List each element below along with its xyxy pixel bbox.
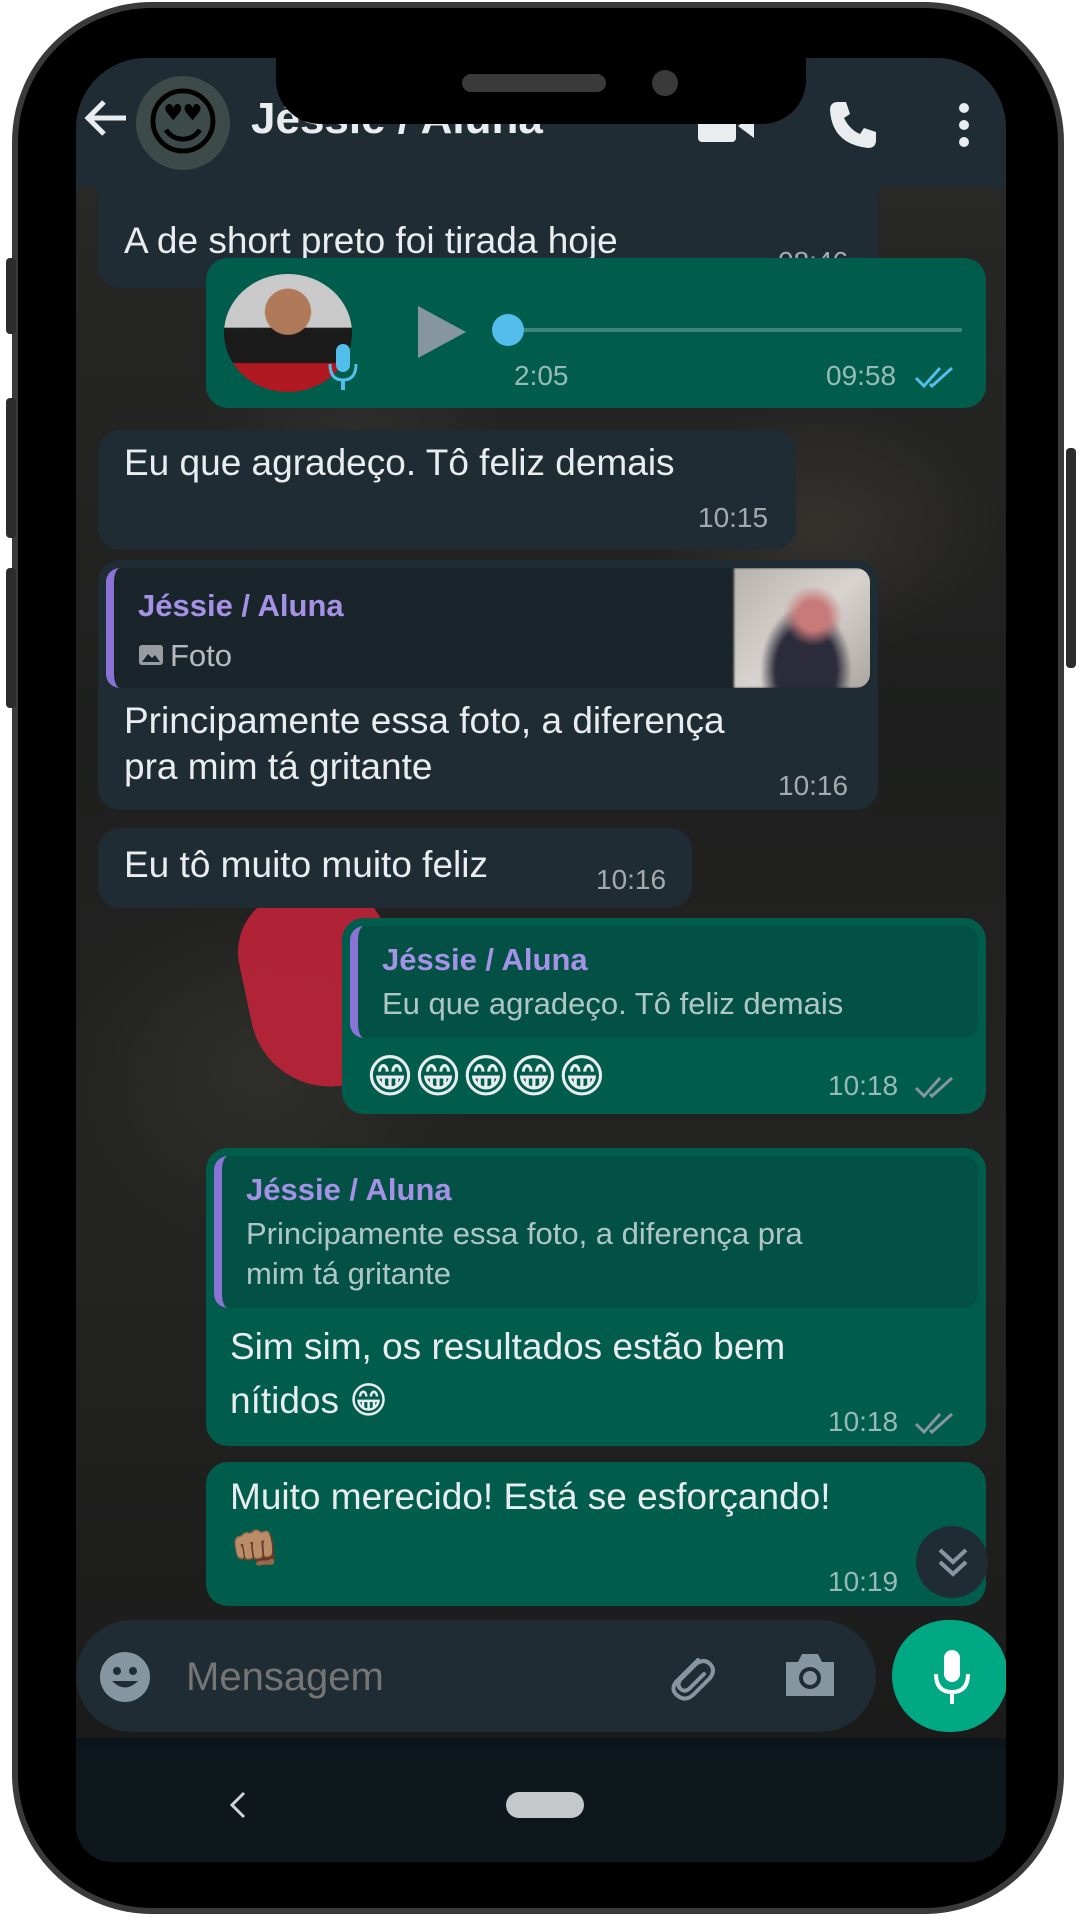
message-text: Eu tô muito muito feliz xyxy=(124,844,488,885)
quoted-text-line2: mim tá gritante xyxy=(246,1256,452,1291)
audio-progress-track[interactable] xyxy=(506,328,962,332)
scroll-to-bottom-button[interactable] xyxy=(916,1526,988,1598)
home-pill[interactable] xyxy=(506,1792,584,1818)
power-button xyxy=(1066,448,1076,668)
side-button xyxy=(6,258,16,334)
message-bubble[interactable]: Muito merecido! Está se esforçando! 👊🏽 1… xyxy=(206,1462,986,1606)
message-text: Eu que agradeço. Tô feliz demais xyxy=(124,442,675,483)
message-time: 10:18 xyxy=(828,1070,899,1101)
quoted-text: Eu que agradeço. Tô feliz demais xyxy=(382,986,844,1021)
message-emoji-text: 😁😁😁😁😁 xyxy=(366,1049,606,1103)
nav-back-icon[interactable] xyxy=(228,1790,248,1820)
play-icon[interactable] xyxy=(414,302,470,362)
message-time: 09:58 xyxy=(826,360,897,391)
message-time: 10:19 xyxy=(828,1566,899,1597)
system-navigation-bar xyxy=(76,1748,1006,1862)
delivered-ticks-icon xyxy=(914,1076,954,1099)
message-composer[interactable] xyxy=(76,1620,876,1732)
voice-record-button[interactable] xyxy=(892,1620,1006,1732)
more-options-icon[interactable] xyxy=(956,102,972,148)
message-text-line1: Muito merecido! Está se esforçando! xyxy=(230,1476,831,1517)
quoted-text-line1: Principamente essa foto, a diferença pra xyxy=(246,1216,803,1251)
message-bubble[interactable]: Eu tô muito muito feliz 10:16 xyxy=(98,828,692,908)
message-bubble[interactable]: Eu que agradeço. Tô feliz demais 10:15 xyxy=(98,430,796,550)
phone-screen: A de short preto foi tirada hoje 08:46 2… xyxy=(76,58,1006,1862)
message-text-line2: pra mim tá gritante xyxy=(124,746,433,787)
message-time: 10:16 xyxy=(778,770,849,801)
image-icon xyxy=(139,645,163,665)
audio-duration: 2:05 xyxy=(514,360,569,391)
quoted-message[interactable]: Jéssie / Aluna Eu que agradeço. Tô feliz… xyxy=(350,926,978,1038)
message-time: 10:15 xyxy=(698,502,769,533)
read-ticks-icon xyxy=(914,366,954,389)
audio-progress-thumb[interactable] xyxy=(492,314,524,346)
quoted-photo-thumbnail xyxy=(734,568,870,688)
message-text-line1: Principamente essa foto, a diferença xyxy=(124,700,725,741)
quoted-message[interactable]: Jéssie / Aluna Foto xyxy=(106,568,870,688)
message-time: 10:18 xyxy=(828,1406,899,1437)
message-text-line1: Sim sim, os resultados estão bem xyxy=(230,1326,786,1367)
quoted-sender-name: Jéssie / Aluna xyxy=(382,942,588,977)
microphone-icon xyxy=(328,344,358,390)
voice-call-icon[interactable] xyxy=(826,98,880,152)
delivered-ticks-icon xyxy=(914,1412,954,1435)
voice-message-bubble[interactable]: 2:05 09:58 xyxy=(206,258,986,408)
message-bubble[interactable]: Jéssie / Aluna Eu que agradeço. Tô feliz… xyxy=(342,918,986,1114)
volume-down-button xyxy=(6,568,16,708)
microphone-icon xyxy=(934,1650,970,1704)
contact-avatar[interactable]: 😍 xyxy=(136,76,230,170)
message-emoji-text: 👊🏽 xyxy=(230,1526,280,1572)
emoji-icon[interactable] xyxy=(98,1650,152,1704)
message-bubble[interactable]: Jéssie / Aluna Foto Principamente essa f… xyxy=(98,560,878,810)
quoted-message[interactable]: Jéssie / Aluna Principamente essa foto, … xyxy=(214,1156,978,1308)
message-bubble[interactable]: Jéssie / Aluna Principamente essa foto, … xyxy=(206,1148,986,1446)
quoted-text: Foto xyxy=(170,638,233,673)
message-text-line2: nítidos 😁 xyxy=(230,1380,388,1421)
earpiece-speaker xyxy=(462,74,606,92)
chat-header: 😍 Jéssie / Aluna xyxy=(76,58,1006,188)
quoted-sender-name: Jéssie / Aluna xyxy=(138,588,344,623)
camera-notch xyxy=(276,58,806,124)
double-chevron-down-icon xyxy=(938,1548,968,1577)
front-camera xyxy=(652,70,678,96)
message-input[interactable] xyxy=(184,1646,548,1708)
message-time: 10:16 xyxy=(596,864,667,895)
back-arrow-icon[interactable] xyxy=(80,98,130,138)
camera-icon[interactable] xyxy=(782,1650,838,1700)
attach-paperclip-icon[interactable] xyxy=(662,1648,718,1704)
volume-up-button xyxy=(6,398,16,538)
quoted-sender-name: Jéssie / Aluna xyxy=(246,1172,452,1207)
